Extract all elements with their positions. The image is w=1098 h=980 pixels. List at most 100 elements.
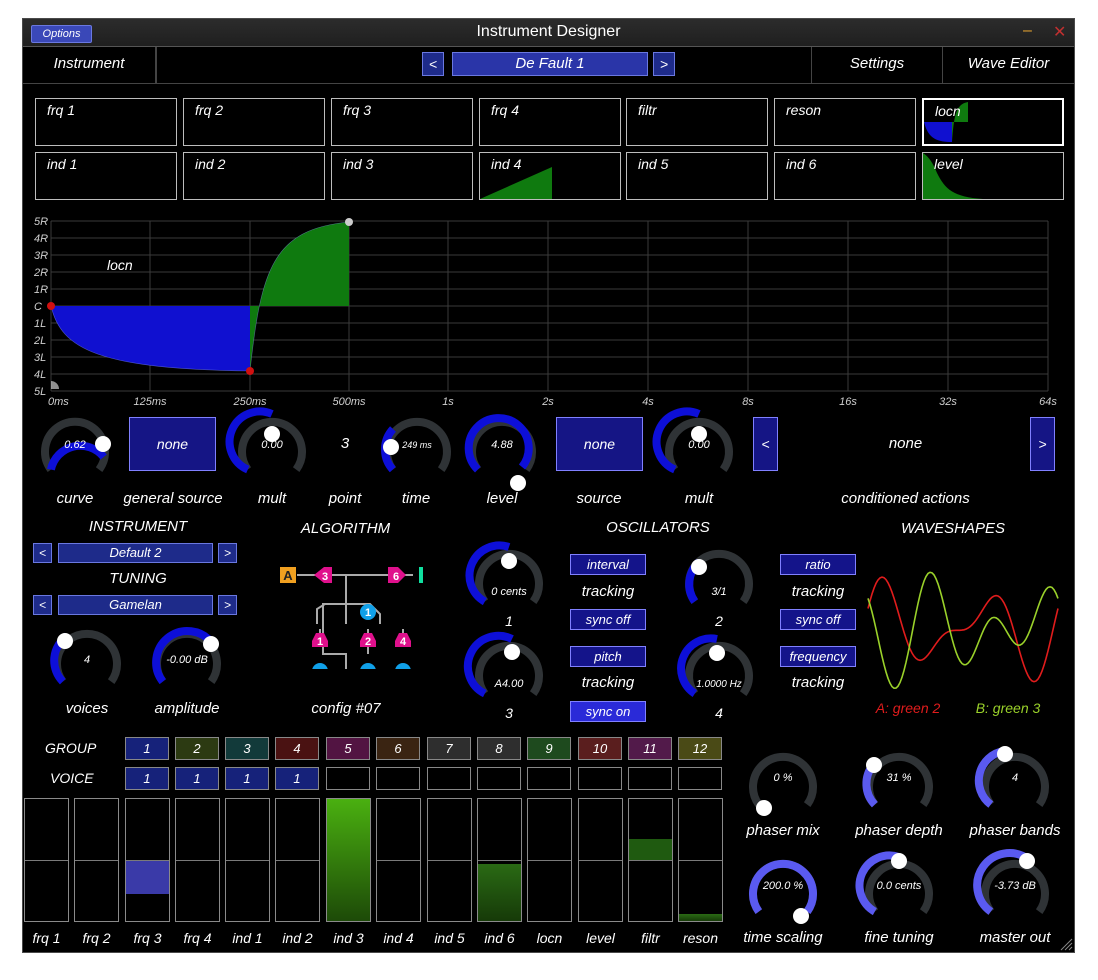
envelope-slot-frq-3[interactable]: frq 3: [331, 98, 473, 146]
envelope-slot-frq-2[interactable]: frq 2: [183, 98, 325, 146]
fader-ind-1[interactable]: [225, 798, 270, 922]
phaser-depth-knob[interactable]: 31 %: [862, 752, 933, 808]
voice-button-12[interactable]: [678, 767, 722, 790]
voice-button-1[interactable]: 1: [125, 767, 169, 790]
fader-frq-2[interactable]: [74, 798, 119, 922]
envelope-slot-ind-2[interactable]: ind 2: [183, 152, 325, 200]
phaser-bands-knob[interactable]: 4: [974, 746, 1049, 808]
voice-button-8[interactable]: [477, 767, 521, 790]
time-scaling-knob[interactable]: 200.0 %: [749, 859, 817, 924]
fader-frq-4[interactable]: [175, 798, 220, 922]
osc2-knob[interactable]: 3/1: [685, 549, 753, 604]
fader-reson[interactable]: [678, 798, 723, 922]
fader-level[interactable]: [578, 798, 623, 922]
tuning-name-button[interactable]: Gamelan: [58, 595, 213, 615]
level-knob[interactable]: 4.88: [464, 414, 536, 491]
source-button[interactable]: none: [556, 417, 643, 471]
group-button-6[interactable]: 6: [376, 737, 420, 760]
envelope-slot-ind-6[interactable]: ind 6: [774, 152, 916, 200]
voice-button-7[interactable]: [427, 767, 471, 790]
group-button-11[interactable]: 11: [628, 737, 672, 760]
instrument-next-button[interactable]: >: [218, 543, 237, 563]
sync-on-button[interactable]: sync on: [570, 701, 646, 722]
group-button-8[interactable]: 8: [477, 737, 521, 760]
curve-knob[interactable]: 0.62: [41, 417, 111, 472]
preset-name-button[interactable]: De Fault 1: [452, 52, 648, 76]
voice-label: VOICE: [50, 770, 94, 786]
general-source-button[interactable]: none: [129, 417, 216, 471]
group-button-2[interactable]: 2: [175, 737, 219, 760]
envelope-slot-frq-4[interactable]: frq 4: [479, 98, 621, 146]
voice-button-9[interactable]: [527, 767, 571, 790]
mult-knob-2[interactable]: 0.00: [652, 407, 733, 474]
instrument-name-button[interactable]: Default 2: [58, 543, 213, 563]
close-icon[interactable]: ✕: [1053, 22, 1066, 42]
voice-button-2[interactable]: 1: [175, 767, 219, 790]
fader-ind-5[interactable]: [427, 798, 472, 922]
osc3-knob[interactable]: A4.00: [463, 631, 543, 698]
voice-button-5[interactable]: [326, 767, 370, 790]
group-button-9[interactable]: 9: [527, 737, 571, 760]
envelope-slot-frq-1[interactable]: frq 1: [35, 98, 177, 146]
group-button-4[interactable]: 4: [275, 737, 319, 760]
algorithm-diagram[interactable]: A 3 6 B 1 1 2 4: [273, 559, 423, 669]
group-button-5[interactable]: 5: [326, 737, 370, 760]
level-label: level: [486, 490, 518, 507]
voice-button-6[interactable]: [376, 767, 420, 790]
voice-button-11[interactable]: [628, 767, 672, 790]
ratio-button[interactable]: ratio: [780, 554, 856, 575]
voice-button-10[interactable]: [578, 767, 622, 790]
osc4-knob[interactable]: 1.0000 Hz: [677, 634, 753, 697]
master-out-knob[interactable]: -3.73 dB: [973, 849, 1049, 915]
sync-off-button-2[interactable]: sync off: [780, 609, 856, 630]
phaser-mix-knob[interactable]: 0 %: [749, 752, 817, 816]
tuning-prev-button[interactable]: <: [33, 595, 52, 615]
envelope-slot-filtr[interactable]: filtr: [626, 98, 768, 146]
amplitude-knob[interactable]: -0.00 dB: [152, 627, 221, 685]
fader-ind-4[interactable]: [376, 798, 421, 922]
voices-knob[interactable]: 4: [50, 629, 121, 685]
envelope-slot-level[interactable]: level: [922, 152, 1064, 200]
fader-frq-3[interactable]: [125, 798, 170, 922]
envelope-slot-ind-3[interactable]: ind 3: [331, 152, 473, 200]
tab-instrument[interactable]: Instrument: [23, 47, 156, 83]
conditioned-next-button[interactable]: >: [1030, 417, 1055, 471]
sync-off-button-1[interactable]: sync off: [570, 609, 646, 630]
voice-button-4[interactable]: 1: [275, 767, 319, 790]
envelope-slot-ind-5[interactable]: ind 5: [626, 152, 768, 200]
fader-ind-6[interactable]: [477, 798, 522, 922]
instrument-prev-button[interactable]: <: [33, 543, 52, 563]
pitch-button[interactable]: pitch: [570, 646, 646, 667]
frequency-button[interactable]: frequency: [780, 646, 856, 667]
envelope-slot-ind-1[interactable]: ind 1: [35, 152, 177, 200]
fine-tuning-knob[interactable]: 0.0 cents: [855, 851, 933, 916]
envelope-slot-reson[interactable]: reson: [774, 98, 916, 146]
interval-button[interactable]: interval: [570, 554, 646, 575]
tuning-next-button[interactable]: >: [218, 595, 237, 615]
group-button-3[interactable]: 3: [225, 737, 269, 760]
group-button-7[interactable]: 7: [427, 737, 471, 760]
minimize-icon[interactable]: –: [1023, 22, 1032, 40]
fader-frq-1[interactable]: [24, 798, 69, 922]
tab-wave-editor[interactable]: Wave Editor: [943, 47, 1074, 83]
envelope-slot-ind-4[interactable]: ind 4: [479, 152, 621, 200]
fader-fill: [478, 864, 521, 921]
fader-filtr[interactable]: [628, 798, 673, 922]
voice-button-3[interactable]: 1: [225, 767, 269, 790]
fader-ind-2[interactable]: [275, 798, 320, 922]
preset-prev-button[interactable]: <: [422, 52, 444, 76]
mult-knob-1[interactable]: 0.00: [225, 407, 306, 474]
group-button-12[interactable]: 12: [678, 737, 722, 760]
preset-next-button[interactable]: >: [653, 52, 675, 76]
time-knob[interactable]: 249 ms: [380, 417, 451, 473]
envelope-graph[interactable]: 5R4R3R2R1RC1L2L3L4L5L0ms 125ms 250ms 500ms 1…: [23, 209, 1074, 409]
group-button-1[interactable]: 1: [125, 737, 169, 760]
conditioned-prev-button[interactable]: <: [753, 417, 778, 471]
osc1-knob[interactable]: 0 cents: [465, 541, 543, 606]
envelope-slot-locn[interactable]: locn: [922, 98, 1064, 146]
fader-locn[interactable]: [527, 798, 572, 922]
resize-grip-icon[interactable]: [1059, 937, 1073, 951]
fader-ind-3[interactable]: [326, 798, 371, 922]
tab-settings[interactable]: Settings: [811, 47, 943, 83]
group-button-10[interactable]: 10: [578, 737, 622, 760]
